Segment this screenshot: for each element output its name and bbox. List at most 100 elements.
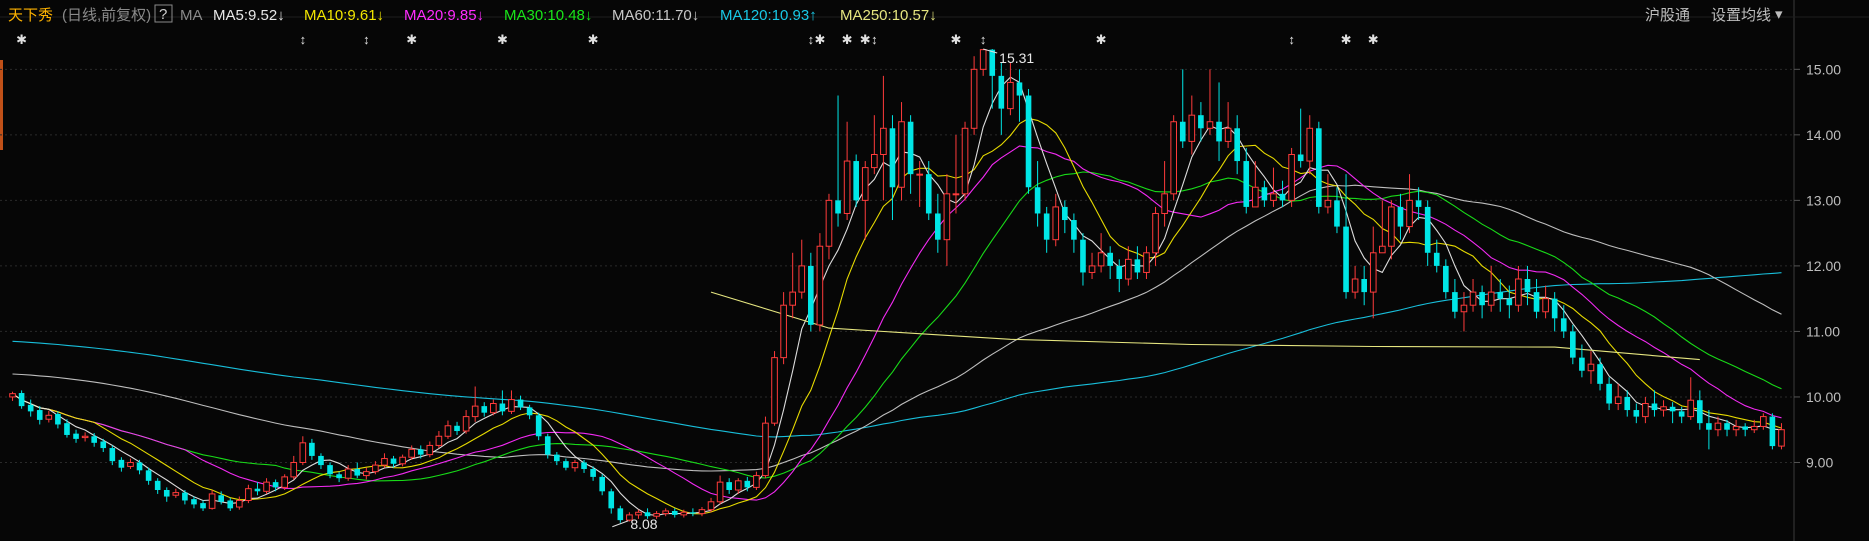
candle[interactable] <box>762 416 769 479</box>
candle-body <box>1052 206 1060 241</box>
event-marker[interactable]: ↕ <box>871 32 878 47</box>
candle-body <box>272 482 279 488</box>
event-marker[interactable]: ↕ <box>1288 32 1295 47</box>
candle-body <box>172 492 180 496</box>
candle-body <box>1651 403 1658 411</box>
candle-body <box>1369 252 1377 293</box>
candle-body <box>81 435 89 439</box>
candle-body <box>136 462 143 471</box>
event-marker[interactable]: ↕ <box>300 32 307 47</box>
candle[interactable] <box>853 154 859 207</box>
candle-body <box>581 462 587 470</box>
candle[interactable] <box>771 351 778 426</box>
event-marker[interactable]: ↕ <box>808 32 815 47</box>
ma-legend-item[interactable]: MA120:10.93↑ <box>720 7 817 24</box>
axis-tick-label: 13.00 <box>1806 192 1841 208</box>
candle[interactable] <box>961 121 969 201</box>
event-marker[interactable]: ✱ <box>1341 32 1352 47</box>
candle-body <box>816 245 824 326</box>
chevron-down-icon[interactable]: ▾ <box>1775 6 1783 23</box>
candle-body <box>1007 81 1014 110</box>
event-marker[interactable]: ✱ <box>1096 32 1107 47</box>
event-marker[interactable]: ✱ <box>497 32 508 47</box>
event-marker[interactable]: ✱ <box>860 32 871 47</box>
candle-body <box>1351 278 1359 293</box>
event-marker[interactable]: ✱ <box>406 32 417 47</box>
event-marker[interactable]: ✱ <box>842 32 853 47</box>
event-marker[interactable]: ↕ <box>980 32 987 47</box>
candle-body <box>1170 121 1177 195</box>
candle-body <box>1551 298 1558 319</box>
candle-body <box>1062 206 1068 221</box>
chart-background <box>0 0 1869 541</box>
candle-body <box>1433 252 1440 266</box>
candle[interactable] <box>18 390 25 409</box>
candle-body <box>1606 383 1612 404</box>
candle[interactable] <box>1769 413 1776 450</box>
candle-body <box>1778 429 1785 447</box>
candle-body <box>9 393 16 398</box>
candle-body <box>1624 396 1631 411</box>
candle-body <box>236 499 243 508</box>
high-price-label: 15.31 <box>999 50 1034 66</box>
candle-body <box>1697 400 1703 424</box>
ma-legend-item[interactable]: MA10:9.61↓ <box>304 7 384 24</box>
candle-body <box>1515 278 1522 306</box>
candle[interactable] <box>1025 88 1032 194</box>
candle-body <box>1452 292 1458 312</box>
candle-body <box>916 173 923 176</box>
ma-legend-item[interactable]: MA30:10.48↓ <box>504 7 592 24</box>
candle-body <box>444 425 452 437</box>
candle-body <box>1760 416 1767 427</box>
candle-body <box>118 459 125 468</box>
candle-body <box>726 482 732 490</box>
candle-body <box>671 510 678 515</box>
candle-body <box>690 512 696 514</box>
event-marker[interactable]: ✱ <box>814 32 825 47</box>
candle-body <box>1642 403 1649 418</box>
candle[interactable] <box>281 474 288 490</box>
candle-body <box>1633 410 1640 417</box>
candle-body <box>191 499 197 505</box>
candle-body <box>744 480 751 488</box>
candle-body <box>544 436 551 455</box>
candle-body <box>898 121 905 188</box>
event-marker[interactable]: ✱ <box>1368 32 1379 47</box>
candle-body <box>390 458 397 464</box>
ma-legend-item[interactable]: MA60:11.70↓ <box>612 7 699 24</box>
candle-body <box>789 291 796 306</box>
kline-chart-canvas[interactable]: 9.0010.0011.0012.0013.0014.0015.00 ✱ ↕ ↕ ✱ ✱… <box>0 0 1869 541</box>
candle[interactable] <box>1316 121 1322 214</box>
candle[interactable] <box>535 412 542 441</box>
exchange-connect-button[interactable]: 沪股通 <box>1645 7 1690 24</box>
ma-legend-item[interactable]: MA250:10.57↓ <box>840 7 937 24</box>
candle-body <box>1742 426 1748 430</box>
candle-body <box>1678 411 1685 417</box>
candle[interactable] <box>1288 147 1295 207</box>
event-marker[interactable]: ↕ <box>363 32 370 47</box>
candle[interactable] <box>1170 115 1177 201</box>
ma-settings-button[interactable]: 设置均线 <box>1711 7 1771 24</box>
event-marker[interactable]: ✱ <box>951 32 962 47</box>
candle-body <box>1080 239 1086 273</box>
candle-body <box>45 414 53 420</box>
candle-body <box>780 304 787 359</box>
ma-legend-item[interactable]: MA20:9.85↓ <box>404 7 484 24</box>
candle-body <box>889 128 896 188</box>
candle-body <box>508 399 515 412</box>
candle-body <box>1116 265 1123 279</box>
candle-body <box>662 510 669 515</box>
candle[interactable] <box>816 233 824 332</box>
stock-name[interactable]: 天下秀 <box>8 7 53 24</box>
candle-body <box>254 488 261 492</box>
candle-body <box>707 501 715 511</box>
ma-legend-item[interactable]: MA5:9.52↓ <box>213 7 285 24</box>
event-marker[interactable]: ✱ <box>588 32 599 47</box>
candle-body <box>372 464 379 473</box>
event-marker[interactable]: ✱ <box>16 32 27 47</box>
candle-body <box>100 441 107 449</box>
candle-body <box>1560 318 1567 332</box>
candle-body <box>608 491 615 509</box>
candle-body <box>1769 416 1776 447</box>
kline-chart[interactable]: 9.00 10.00 11.00 12.00 13.00 14.00 15.00 ✱ ↕ ↕ ✱ ✱… <box>0 0 1869 541</box>
